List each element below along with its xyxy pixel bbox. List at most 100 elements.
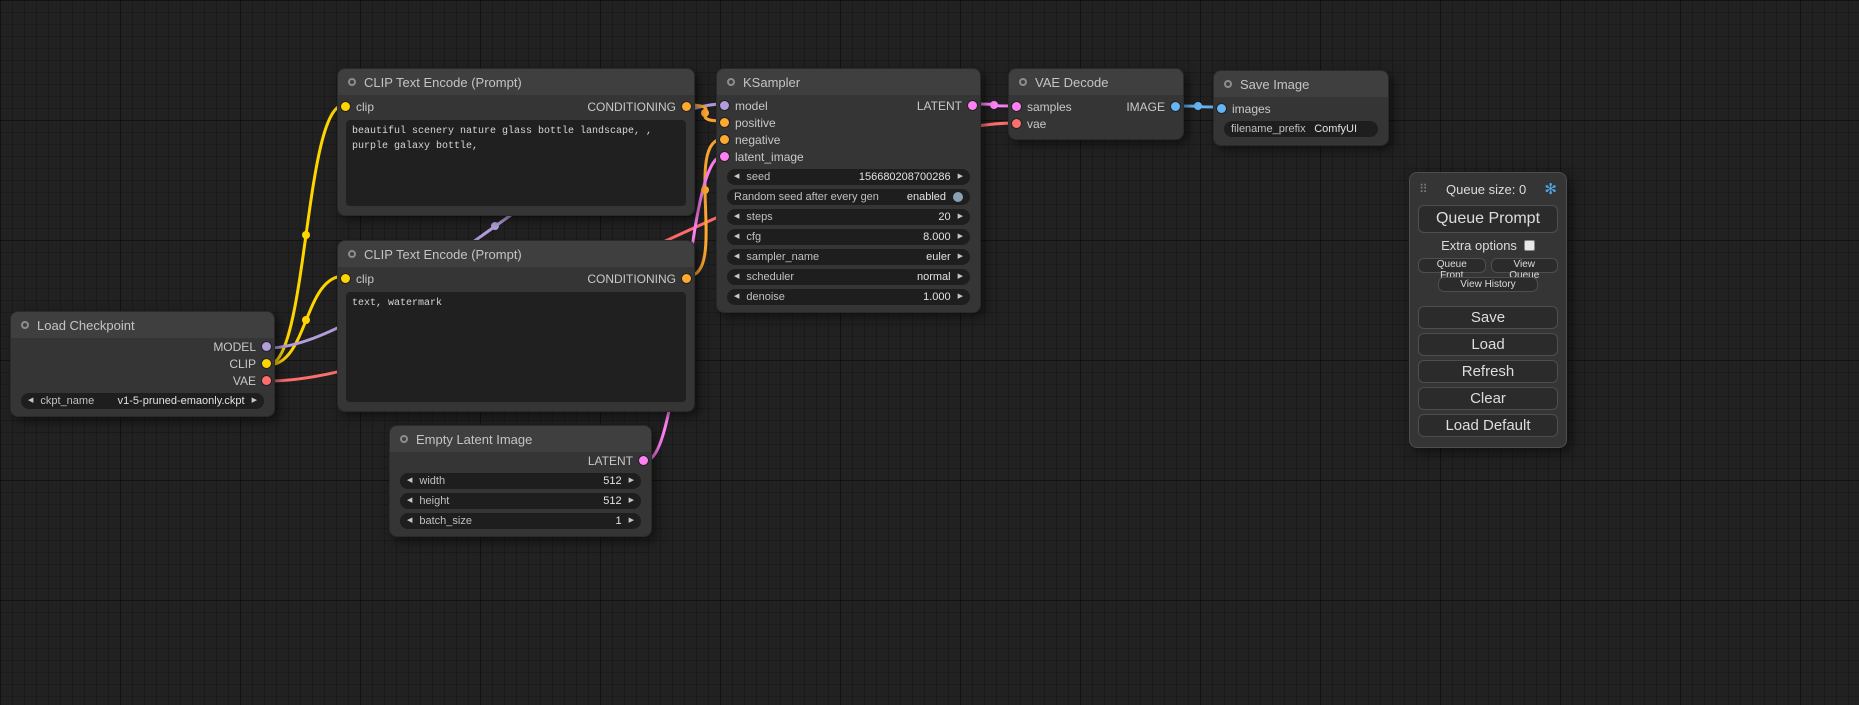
widget-seed-control[interactable]: Random seed after every gen enabled xyxy=(727,189,970,205)
input-port-samples[interactable] xyxy=(1012,102,1021,111)
output-slot-label: VAE xyxy=(233,374,256,388)
link-midpoint-dot xyxy=(701,109,709,117)
input-slot-label: vae xyxy=(1027,117,1046,131)
node-clip-text-encode-negative[interactable]: CLIP Text Encode (Prompt) clip CONDITION… xyxy=(337,240,695,412)
input-slot-label: samples xyxy=(1027,100,1072,114)
queue-prompt-button[interactable]: Queue Prompt xyxy=(1418,205,1558,233)
input-port-latent-image[interactable] xyxy=(720,152,729,161)
output-port-model[interactable] xyxy=(262,342,271,351)
increment-arrow-icon[interactable]: ▶ xyxy=(958,209,963,225)
decrement-arrow-icon[interactable]: ◀ xyxy=(734,269,739,285)
widget-filename-prefix[interactable]: filename_prefix ComfyUI xyxy=(1224,121,1378,137)
decrement-arrow-icon[interactable]: ◀ xyxy=(407,473,412,489)
output-slot-label: CONDITIONING xyxy=(587,100,676,114)
increment-arrow-icon[interactable]: ▶ xyxy=(958,269,963,285)
view-queue-button[interactable]: View Queue xyxy=(1491,258,1559,273)
input-slot-label: clip xyxy=(356,272,374,286)
node-title-bar[interactable]: VAE Decode xyxy=(1009,69,1183,95)
queue-front-button[interactable]: Queue Front xyxy=(1418,258,1486,273)
node-ksampler[interactable]: KSampler model LATENT positive negative xyxy=(716,68,981,313)
output-port-image[interactable] xyxy=(1171,102,1180,111)
decrement-arrow-icon[interactable]: ◀ xyxy=(407,493,412,509)
collapse-toggle-icon[interactable] xyxy=(21,321,29,329)
save-button[interactable]: Save xyxy=(1418,306,1558,329)
node-title-bar[interactable]: KSampler xyxy=(717,69,980,95)
decrement-arrow-icon[interactable]: ◀ xyxy=(407,513,412,529)
decrement-arrow-icon[interactable]: ◀ xyxy=(734,209,739,225)
widget-height[interactable]: ◀ height 512 ▶ xyxy=(400,493,641,509)
link-midpoint-dot xyxy=(302,316,310,324)
widget-seed[interactable]: ◀ seed 156680208700286 ▶ xyxy=(727,169,970,185)
node-title-bar[interactable]: Save Image xyxy=(1214,71,1388,97)
output-port-conditioning[interactable] xyxy=(682,274,691,283)
widget-scheduler[interactable]: ◀ scheduler normal ▶ xyxy=(727,269,970,285)
load-button[interactable]: Load xyxy=(1418,333,1558,356)
positive-prompt-textarea[interactable]: beautiful scenery nature glass bottle la… xyxy=(346,120,686,206)
widget-ckpt-name[interactable]: ◀ ckpt_name v1-5-pruned-emaonly.ckpt ▶ xyxy=(21,393,264,409)
node-graph-canvas[interactable]: CLIP Text Encode (Prompt) clip CONDITION… xyxy=(0,0,1859,705)
widget-label: ckpt_name xyxy=(40,395,94,407)
drag-handle-icon[interactable]: ⠿ xyxy=(1419,182,1428,196)
widget-sampler-name[interactable]: ◀ sampler_name euler ▶ xyxy=(727,249,970,265)
input-port-positive[interactable] xyxy=(720,118,729,127)
widget-label: Random seed after every gen xyxy=(734,191,879,203)
decrement-arrow-icon[interactable]: ◀ xyxy=(28,393,33,409)
collapse-toggle-icon[interactable] xyxy=(400,435,408,443)
clear-button[interactable]: Clear xyxy=(1418,387,1558,410)
decrement-arrow-icon[interactable]: ◀ xyxy=(734,249,739,265)
node-title-bar[interactable]: CLIP Text Encode (Prompt) xyxy=(338,69,694,95)
node-title-bar[interactable]: CLIP Text Encode (Prompt) xyxy=(338,241,694,267)
node-title: Save Image xyxy=(1240,77,1309,92)
node-clip-text-encode-positive[interactable]: CLIP Text Encode (Prompt) clip CONDITION… xyxy=(337,68,695,216)
input-port-negative[interactable] xyxy=(720,135,729,144)
input-port-clip[interactable] xyxy=(341,274,350,283)
output-port-latent[interactable] xyxy=(968,101,977,110)
view-history-button[interactable]: View History xyxy=(1438,277,1539,292)
widget-label: seed xyxy=(746,171,770,183)
output-port-conditioning[interactable] xyxy=(682,102,691,111)
increment-arrow-icon[interactable]: ▶ xyxy=(252,393,257,409)
node-title-bar[interactable]: Empty Latent Image xyxy=(390,426,651,452)
input-port-vae[interactable] xyxy=(1012,119,1021,128)
output-port-latent[interactable] xyxy=(639,456,648,465)
seed-control-toggle[interactable] xyxy=(953,192,963,202)
node-empty-latent-image[interactable]: Empty Latent Image LATENT ◀ width 512 ▶ … xyxy=(389,425,652,537)
collapse-toggle-icon[interactable] xyxy=(1224,80,1232,88)
widget-cfg[interactable]: ◀ cfg 8.000 ▶ xyxy=(727,229,970,245)
collapse-toggle-icon[interactable] xyxy=(1019,78,1027,86)
widget-steps[interactable]: ◀ steps 20 ▶ xyxy=(727,209,970,225)
extra-options-checkbox[interactable] xyxy=(1524,240,1535,251)
node-save-image[interactable]: Save Image images filename_prefix ComfyU… xyxy=(1213,70,1389,146)
node-load-checkpoint[interactable]: Load Checkpoint MODEL CLIP VAE ◀ ckpt_na… xyxy=(10,311,275,417)
input-port-images[interactable] xyxy=(1217,104,1226,113)
input-port-model[interactable] xyxy=(720,101,729,110)
widget-width[interactable]: ◀ width 512 ▶ xyxy=(400,473,641,489)
node-title-bar[interactable]: Load Checkpoint xyxy=(11,312,274,338)
collapse-toggle-icon[interactable] xyxy=(348,78,356,86)
increment-arrow-icon[interactable]: ▶ xyxy=(958,229,963,245)
negative-prompt-textarea[interactable]: text, watermark xyxy=(346,292,686,402)
increment-arrow-icon[interactable]: ▶ xyxy=(629,493,634,509)
refresh-button[interactable]: Refresh xyxy=(1418,360,1558,383)
settings-gear-icon[interactable]: ✻ xyxy=(1544,180,1557,198)
output-port-clip[interactable] xyxy=(262,359,271,368)
increment-arrow-icon[interactable]: ▶ xyxy=(958,249,963,265)
increment-arrow-icon[interactable]: ▶ xyxy=(629,513,634,529)
node-title: Load Checkpoint xyxy=(37,318,135,333)
decrement-arrow-icon[interactable]: ◀ xyxy=(734,229,739,245)
widget-label: filename_prefix xyxy=(1231,123,1306,135)
decrement-arrow-icon[interactable]: ◀ xyxy=(734,289,739,305)
widget-batch-size[interactable]: ◀ batch_size 1 ▶ xyxy=(400,513,641,529)
collapse-toggle-icon[interactable] xyxy=(348,250,356,258)
widget-denoise[interactable]: ◀ denoise 1.000 ▶ xyxy=(727,289,970,305)
load-default-button[interactable]: Load Default xyxy=(1418,414,1558,437)
output-port-vae[interactable] xyxy=(262,376,271,385)
decrement-arrow-icon[interactable]: ◀ xyxy=(734,169,739,185)
collapse-toggle-icon[interactable] xyxy=(727,78,735,86)
increment-arrow-icon[interactable]: ▶ xyxy=(958,169,963,185)
increment-arrow-icon[interactable]: ▶ xyxy=(629,473,634,489)
input-port-clip[interactable] xyxy=(341,102,350,111)
extra-options-label: Extra options xyxy=(1441,238,1517,253)
increment-arrow-icon[interactable]: ▶ xyxy=(958,289,963,305)
node-vae-decode[interactable]: VAE Decode samples IMAGE vae xyxy=(1008,68,1184,140)
